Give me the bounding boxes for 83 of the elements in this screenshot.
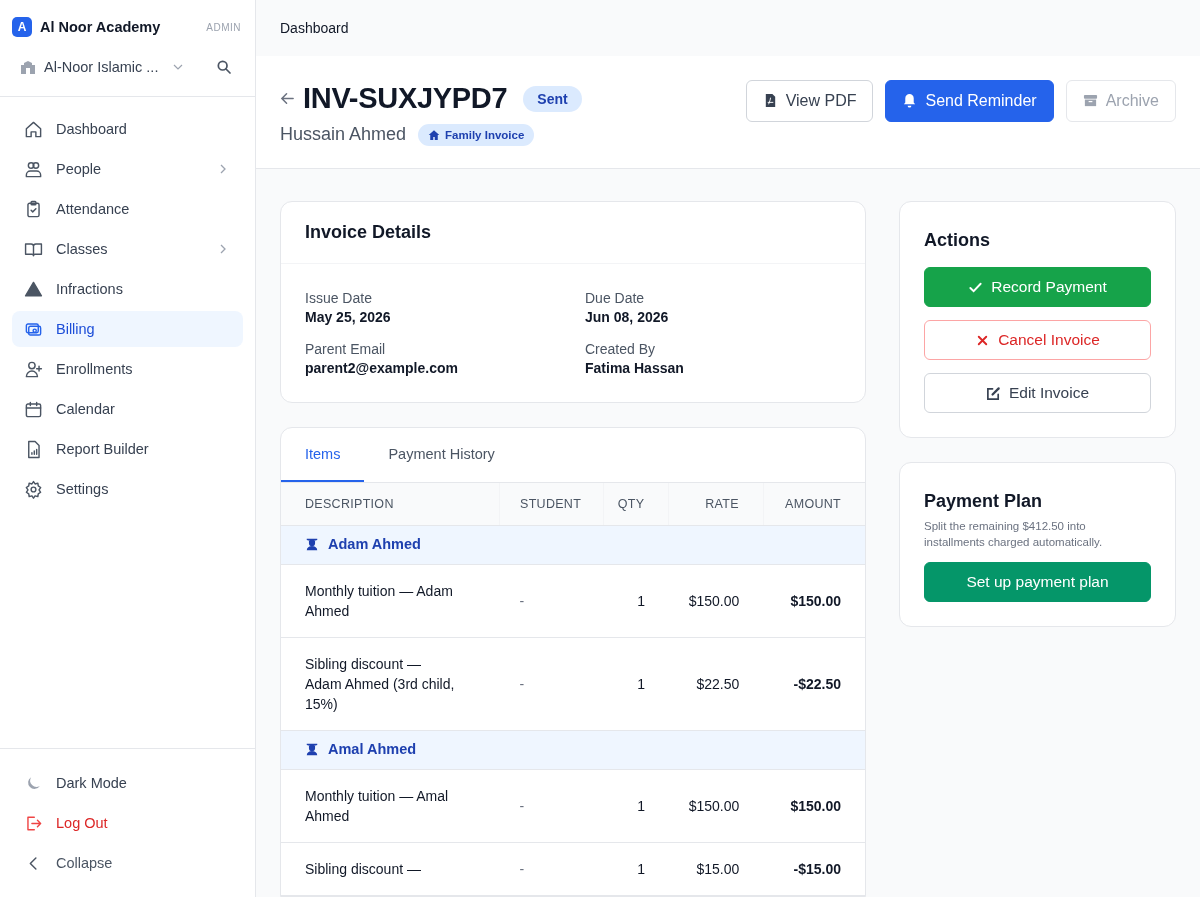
nav-item[interactable]: Attendance: [12, 191, 243, 227]
role-label: ADMIN: [206, 21, 241, 33]
table-cell: 1: [603, 769, 669, 843]
card-title: Payment Plan: [924, 491, 1044, 512]
school-selector[interactable]: Al-Noor Islamic ...: [20, 59, 185, 75]
field-label: Created By: [585, 341, 657, 357]
table-cell: $150.00: [763, 564, 865, 638]
field-value: Jun 08, 2026: [585, 309, 670, 325]
table-cell: -: [499, 564, 604, 638]
bell-icon: [902, 93, 918, 109]
user-plus-icon: [24, 359, 43, 379]
table-cell: $150.00: [668, 564, 764, 638]
nav-item[interactable]: Enrollments: [12, 351, 243, 387]
table-cell: Sibling discount —: [281, 842, 500, 896]
setup-plan-button[interactable]: Set up payment plan: [924, 562, 1151, 602]
field-label: Issue Date: [305, 290, 373, 306]
column-header: RATE: [668, 483, 764, 526]
table-cell: $150.00: [763, 769, 865, 843]
nav-item[interactable]: People: [12, 151, 243, 187]
table-cell: $22.50: [668, 637, 764, 731]
status-badge: Sent: [523, 85, 582, 112]
invoice-number: INV-SUXJYPD7: [303, 82, 508, 116]
warning-icon: [24, 279, 43, 299]
table-cell: 1: [603, 842, 669, 896]
student-icon: [305, 537, 319, 551]
logout-icon: [24, 813, 43, 833]
nav-item[interactable]: Dashboard: [12, 111, 243, 147]
customer-name: Hussain Ahmed: [280, 124, 407, 146]
table-cell: -: [499, 769, 604, 843]
field-value: May 25, 2026: [305, 309, 392, 325]
table-cell: 1: [603, 564, 669, 638]
payment-plan-description: Split the remaining $412.50 into installments charged automatically.: [924, 519, 1104, 550]
table-cell: 1: [603, 637, 669, 731]
nav-item[interactable]: Billing: [12, 311, 243, 347]
column-header: AMOUNT: [763, 483, 865, 526]
nav-item[interactable]: Report Builder: [12, 431, 243, 467]
table-cell: Sibling discount — Adam Ahmed (3rd child, 15%): [281, 637, 500, 731]
nav-item[interactable]: Log Out: [12, 805, 243, 841]
tab[interactable]: Payment History: [364, 428, 519, 482]
action-button[interactable]: View PDF: [745, 79, 874, 122]
table-cell: Monthly tuition — Adam Ahmed: [281, 564, 500, 638]
student-group-row: Adam Ahmed: [281, 525, 865, 565]
home-icon: [24, 119, 43, 139]
card-title: Invoice Details: [281, 202, 865, 264]
table-cell: -: [499, 637, 604, 731]
nav-item[interactable]: Classes: [12, 231, 243, 267]
field-label: Parent Email: [305, 341, 387, 357]
table-cell: -$15.00: [763, 842, 865, 896]
field-value: Fatima Hassan: [585, 360, 685, 376]
app-name: Al Noor Academy: [40, 19, 162, 35]
student-group-row: Amal Ahmed: [281, 730, 865, 770]
logo-icon: A: [12, 17, 32, 37]
card-title: Actions: [924, 230, 991, 251]
table-cell: $150.00: [668, 769, 764, 843]
people-icon: [24, 159, 43, 179]
edit-icon: [985, 385, 1001, 401]
nav-item[interactable]: Calendar: [12, 391, 243, 427]
nav-item[interactable]: Settings: [12, 471, 243, 507]
settings-icon: [24, 479, 43, 499]
calendar-icon: [24, 399, 43, 419]
field-value: parent2@example.com: [305, 360, 459, 376]
nav-item[interactable]: Collapse: [12, 845, 243, 881]
action-button[interactable]: Send Reminder: [885, 79, 1054, 122]
nav-item[interactable]: Infractions: [12, 271, 243, 307]
action-button[interactable]: Cancel Invoice: [924, 320, 1151, 360]
field-label: Due Date: [585, 290, 646, 306]
clipboard-icon: [24, 199, 43, 219]
table-cell: Monthly tuition — Amal Ahmed: [281, 769, 500, 843]
table-cell: -: [499, 842, 604, 896]
student-icon: [305, 742, 319, 756]
table-cell: -$22.50: [763, 637, 865, 731]
archive-icon: [1082, 93, 1098, 109]
building-icon: [20, 59, 36, 75]
search-icon[interactable]: [216, 59, 232, 75]
column-header: DESCRIPTION: [281, 483, 500, 526]
column-header: STUDENT: [499, 483, 604, 526]
table-cell: $15.00: [668, 842, 764, 896]
action-button[interactable]: Edit Invoice: [924, 373, 1151, 413]
nav-item[interactable]: Dark Mode: [12, 765, 243, 801]
invoice-type-badge: Family Invoice: [418, 123, 535, 146]
back-arrow-icon[interactable]: [280, 91, 295, 107]
breadcrumb[interactable]: Dashboard: [280, 19, 349, 36]
column-header: QTY: [603, 483, 669, 526]
